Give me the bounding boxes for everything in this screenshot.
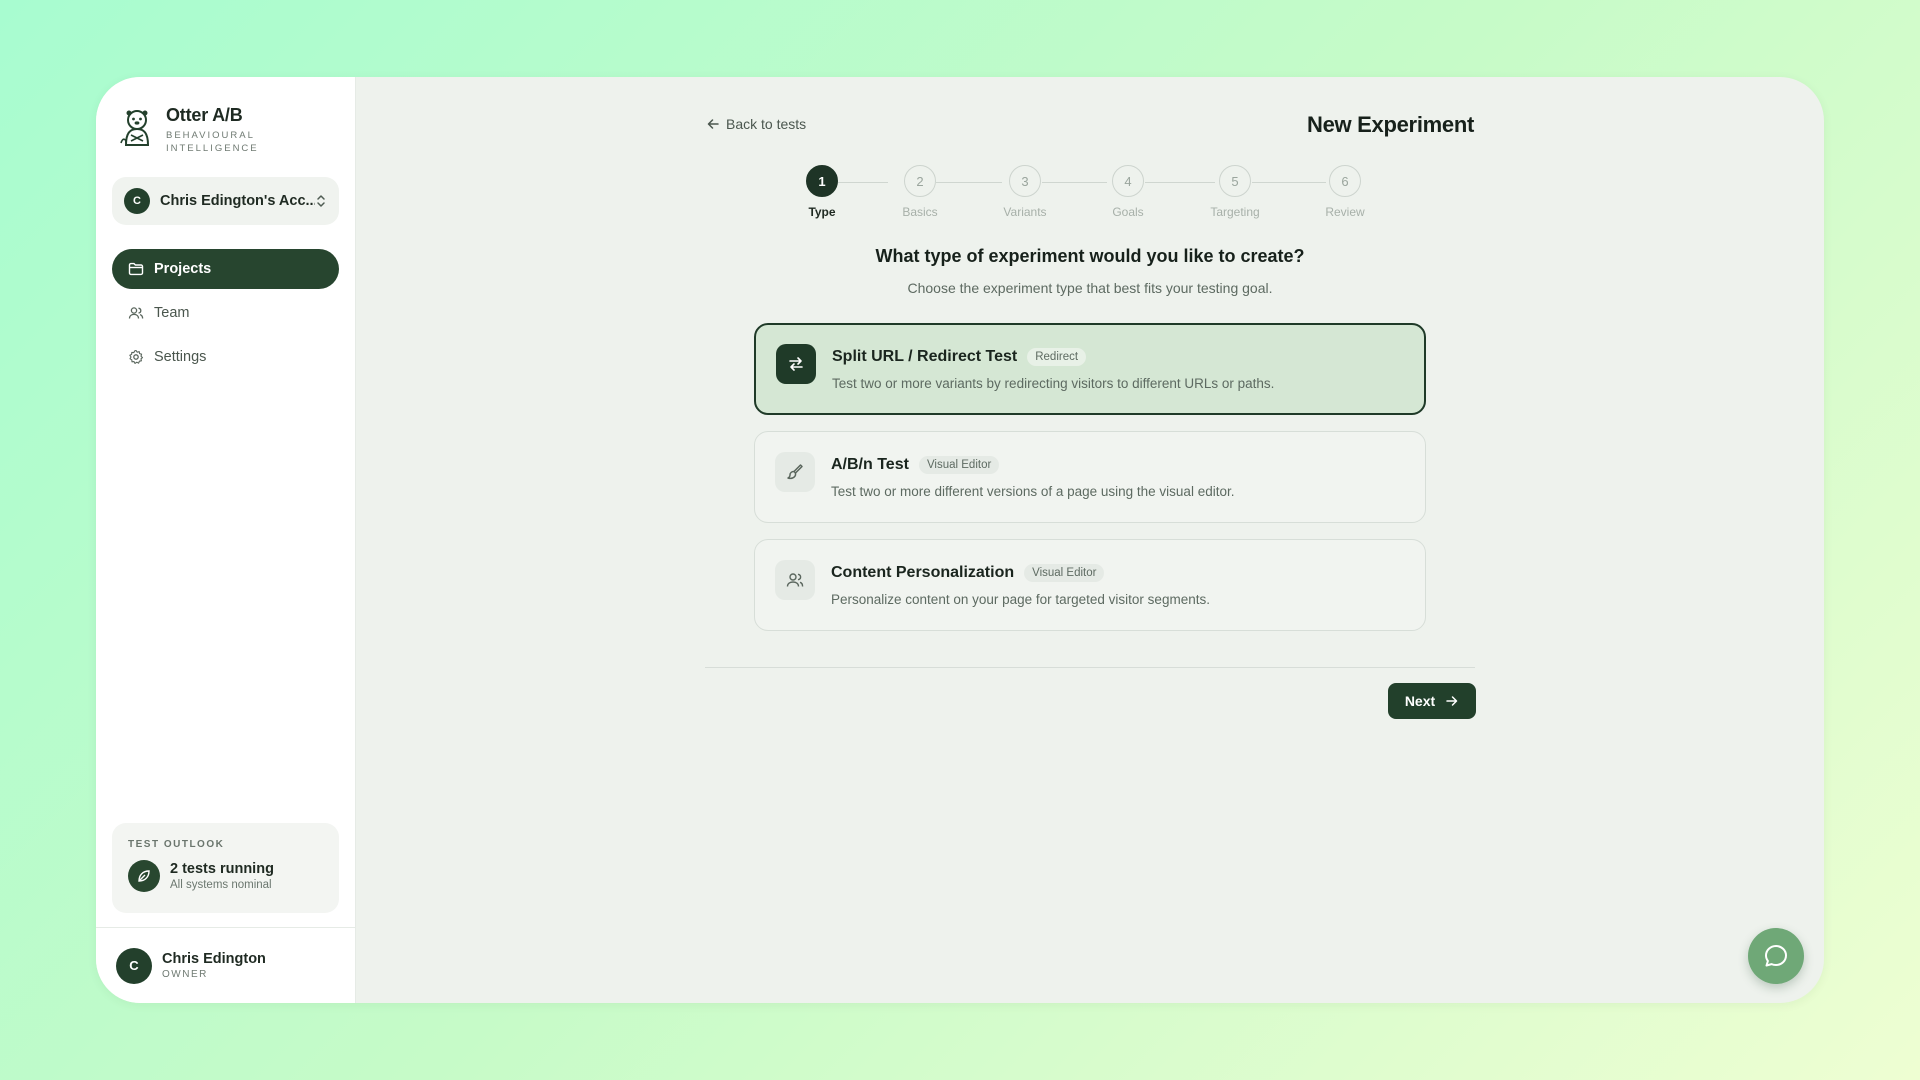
question-title: What type of experiment would you like t… [875, 246, 1305, 266]
option-abn-test[interactable]: A/B/n Test Visual Editor Test two or mor… [754, 431, 1426, 523]
step-basics[interactable]: 2 Basics [880, 165, 960, 219]
step-targeting[interactable]: 5 Targeting [1195, 165, 1275, 219]
outlook-row: 2 tests running All systems nominal [128, 860, 323, 892]
user-name: Chris Edington [162, 951, 266, 967]
outlook-substatus: All systems nominal [170, 879, 272, 891]
folder-icon [128, 261, 144, 277]
sidebar-item-projects[interactable]: Projects [112, 249, 339, 289]
arrows-swap-icon [776, 344, 816, 384]
step-label: Basics [902, 205, 938, 219]
option-description: Personalize content on your page for tar… [831, 591, 1210, 607]
sidebar-item-label: Projects [154, 261, 212, 277]
experiment-type-options: Split URL / Redirect Test Redirect Test … [754, 323, 1426, 647]
next-button[interactable]: Next [1388, 683, 1476, 719]
option-title: Split URL / Redirect Test [832, 347, 1018, 365]
account-switcher[interactable]: C Chris Edington's Acc... [112, 177, 339, 225]
divider [705, 667, 1475, 668]
leaf-icon [128, 860, 160, 892]
step-label: Type [808, 205, 836, 219]
avatar: C [116, 947, 152, 984]
sidebar-item-label: Team [154, 305, 190, 321]
main-content: Back to tests New Experiment 1 Type 2 Ba… [356, 77, 1824, 1003]
step-label: Targeting [1210, 205, 1260, 219]
arrow-left-icon [707, 119, 719, 129]
gear-icon [128, 349, 144, 365]
option-split-url[interactable]: Split URL / Redirect Test Redirect Test … [754, 323, 1426, 415]
account-name: Chris Edington's Acc... [160, 193, 315, 209]
brand-tagline-line2: INTELLIGENCE [166, 143, 259, 154]
page-title: New Experiment [1307, 112, 1474, 137]
chat-bubble-icon [1765, 945, 1787, 967]
step-number: 1 [806, 165, 838, 197]
sidebar-item-settings[interactable]: Settings [112, 337, 339, 377]
question-subtitle: Choose the experiment type that best fit… [907, 280, 1273, 296]
brand-tagline: BEHAVIOURAL INTELLIGENCE [166, 129, 259, 155]
option-badge: Visual Editor [1024, 563, 1105, 582]
test-outlook-card: TEST OUTLOOK 2 tests running All systems… [112, 823, 339, 913]
users-icon [128, 305, 144, 321]
sidebar-nav: Projects Team Settings [96, 249, 355, 381]
back-link-label: Back to tests [726, 116, 807, 132]
next-button-label: Next [1404, 693, 1436, 709]
option-description: Test two or more variants by redirecting… [832, 375, 1275, 391]
account-avatar: C [124, 188, 150, 214]
chat-button[interactable] [1748, 928, 1804, 984]
app-window: Otter A/B BEHAVIOURAL INTELLIGENCE C Chr… [96, 77, 1824, 1003]
brand-tagline-line1: BEHAVIOURAL [166, 130, 255, 141]
option-content-personalization[interactable]: Content Personalization Visual Editor Pe… [754, 539, 1426, 631]
option-badge: Redirect [1027, 347, 1087, 366]
step-number: 3 [1009, 165, 1041, 197]
step-number: 6 [1329, 165, 1361, 197]
user-profile[interactable]: C Chris Edington OWNER [96, 927, 355, 1003]
step-type[interactable]: 1 Type [782, 165, 862, 219]
brand-name: Otter A/B [166, 105, 243, 125]
paintbrush-icon [775, 452, 815, 492]
step-label: Variants [1003, 205, 1047, 219]
stepper: 1 Type 2 Basics 3 Variants 4 Goals 5 Tar… [806, 165, 1376, 225]
brand: Otter A/B BEHAVIOURAL INTELLIGENCE [96, 77, 355, 155]
user-role: OWNER [162, 969, 208, 980]
sidebar: Otter A/B BEHAVIOURAL INTELLIGENCE C Chr… [96, 77, 356, 1003]
option-title: A/B/n Test [831, 455, 909, 473]
option-description: Test two or more different versions of a… [831, 483, 1235, 499]
sidebar-item-team[interactable]: Team [112, 293, 339, 333]
arrow-right-icon [1446, 696, 1458, 706]
chevron-up-down-icon [317, 195, 325, 207]
step-number: 5 [1219, 165, 1251, 197]
step-goals[interactable]: 4 Goals [1088, 165, 1168, 219]
step-review[interactable]: 6 Review [1305, 165, 1385, 219]
users-icon [775, 560, 815, 600]
step-number: 2 [904, 165, 936, 197]
step-variants[interactable]: 3 Variants [985, 165, 1065, 219]
back-link[interactable]: Back to tests [706, 116, 806, 132]
sidebar-item-label: Settings [154, 349, 207, 365]
step-label: Review [1325, 205, 1365, 219]
option-badge: Visual Editor [918, 455, 1000, 474]
otter-logo-icon [120, 110, 150, 146]
option-title: Content Personalization [831, 563, 1015, 581]
step-label: Goals [1112, 205, 1144, 219]
outlook-status: 2 tests running [170, 861, 274, 877]
step-number: 4 [1112, 165, 1144, 197]
outlook-title: TEST OUTLOOK [128, 839, 225, 850]
